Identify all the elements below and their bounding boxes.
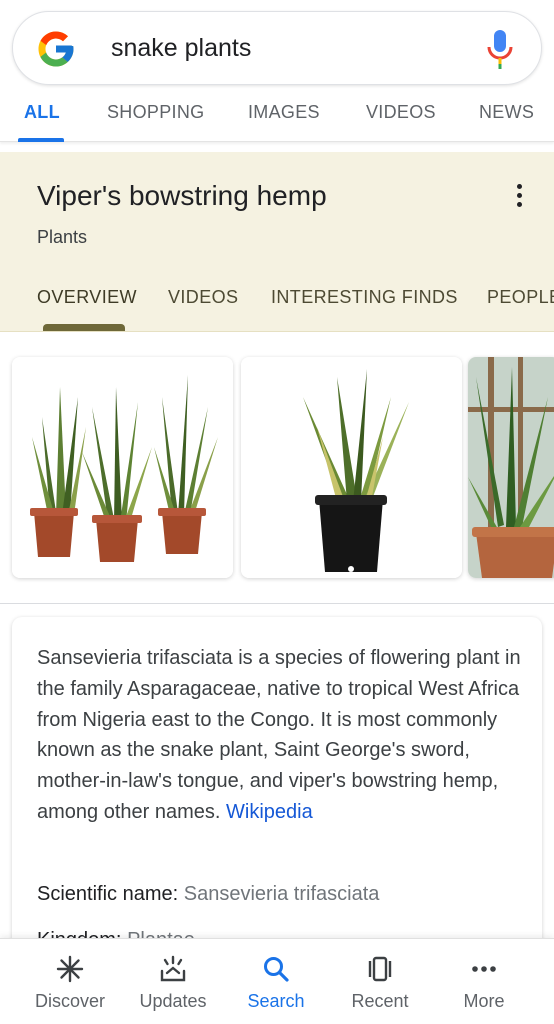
nav-recent[interactable]: Recent: [330, 939, 430, 1024]
description-text: Sansevieria trifasciata is a species of …: [37, 643, 527, 828]
search-icon: [264, 957, 289, 982]
search-type-tabs: ALL SHOPPING IMAGES VIDEOS NEWS: [0, 96, 554, 142]
recent-cards-icon: [368, 956, 392, 982]
nav-search[interactable]: Search: [226, 939, 326, 1024]
black-pot-snake-plant-image[interactable]: [241, 357, 462, 578]
scientific-name-label: Scientific name:: [37, 883, 179, 905]
panel-tab-interesting-finds[interactable]: INTERESTING FINDS: [271, 287, 458, 308]
knowledge-panel-header: Viper's bowstring hemp Plants OVERVIEW V…: [0, 152, 554, 332]
nav-label: Discover: [34, 991, 105, 1011]
nav-label: More: [463, 991, 505, 1011]
tab-images[interactable]: IMAGES: [248, 102, 320, 123]
microphone-icon[interactable]: [485, 28, 515, 70]
panel-tab-videos[interactable]: VIDEOS: [168, 287, 238, 308]
asterisk-icon: [56, 955, 84, 983]
nav-label: Search: [247, 991, 305, 1011]
nav-more[interactable]: More: [434, 939, 534, 1024]
description-body: Sansevieria trifasciata is a species of …: [37, 647, 521, 823]
bottom-navigation: Discover Updates Search Recent More: [0, 938, 554, 1024]
google-logo-icon[interactable]: [35, 28, 77, 70]
scientific-name-value[interactable]: Sansevieria trifasciata: [184, 883, 380, 905]
tab-shopping[interactable]: SHOPPING: [107, 102, 204, 123]
tab-all[interactable]: ALL: [24, 102, 60, 123]
description-card: Sansevieria trifasciata is a species of …: [12, 617, 542, 977]
updates-icon: [160, 955, 186, 982]
active-tab-indicator: [18, 138, 64, 142]
three-potted-snake-plants-image[interactable]: [12, 357, 233, 578]
nav-label: Recent: [351, 991, 409, 1011]
panel-title: Viper's bowstring hemp: [37, 180, 327, 211]
nav-label: Updates: [139, 991, 207, 1011]
search-input[interactable]: snake plants: [111, 34, 251, 63]
tab-news[interactable]: NEWS: [479, 102, 534, 123]
scientific-name-row: Scientific name: Sansevieria trifasciata: [37, 883, 379, 906]
section-divider: [0, 603, 554, 604]
terracotta-snake-plant-window-image[interactable]: [468, 357, 554, 578]
panel-subtitle: Plants: [37, 227, 88, 247]
panel-tab-indicator: [43, 324, 125, 331]
panel-tab-people[interactable]: PEOPLE: [487, 287, 554, 308]
nav-updates[interactable]: Updates: [123, 939, 223, 1024]
panel-tab-overview[interactable]: OVERVIEW: [37, 287, 137, 308]
tab-videos[interactable]: VIDEOS: [366, 102, 436, 123]
search-bar[interactable]: snake plants: [12, 11, 542, 85]
more-options-icon[interactable]: [504, 180, 534, 210]
nav-discover[interactable]: Discover: [20, 939, 120, 1024]
more-dots-icon: [472, 966, 496, 972]
wikipedia-link[interactable]: Wikipedia: [226, 801, 313, 823]
